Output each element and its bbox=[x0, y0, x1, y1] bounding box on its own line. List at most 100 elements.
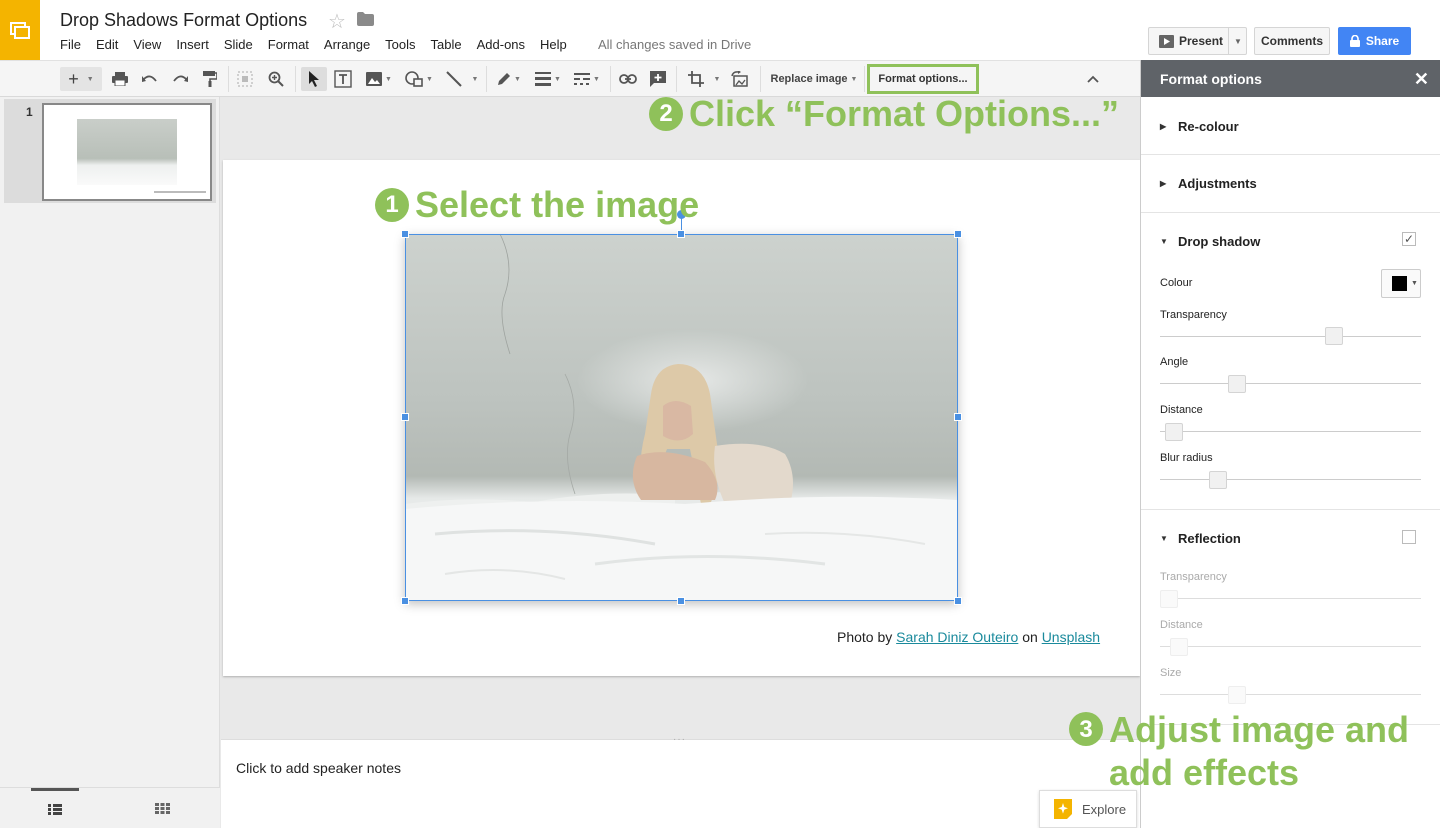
link-icon[interactable] bbox=[618, 67, 638, 91]
resize-handle-bottom[interactable] bbox=[677, 597, 685, 605]
crop-button[interactable]: ▼ bbox=[684, 67, 724, 91]
caret-down-icon: ▼ bbox=[850, 75, 858, 83]
angle-slider-track[interactable] bbox=[1160, 383, 1421, 384]
slides-logo-icon[interactable] bbox=[0, 0, 40, 60]
menu-tools[interactable]: Tools bbox=[385, 37, 415, 52]
format-options-button[interactable]: Format options... bbox=[867, 64, 979, 94]
lock-icon bbox=[1349, 35, 1360, 47]
section-adjustments[interactable]: ▶ Adjustments bbox=[1160, 176, 1257, 191]
explore-button[interactable]: Explore bbox=[1039, 790, 1137, 828]
blur-radius-slider-thumb[interactable] bbox=[1208, 471, 1227, 489]
caret-down-icon: ▼ bbox=[471, 75, 479, 83]
slide-filmstrip: 1 bbox=[0, 97, 220, 828]
speaker-notes[interactable]: ··· Click to add speaker notes Explore bbox=[221, 734, 1140, 828]
document-title[interactable]: Drop Shadows Format Options bbox=[60, 10, 307, 31]
reset-image-icon[interactable] bbox=[730, 67, 750, 91]
present-button[interactable]: Present ▼ bbox=[1148, 27, 1247, 55]
filmstrip-view-icon[interactable] bbox=[31, 788, 79, 828]
blur-radius-slider-track[interactable] bbox=[1160, 479, 1421, 480]
resize-handle-bottom-left[interactable] bbox=[401, 597, 409, 605]
resize-handle-right[interactable] bbox=[954, 413, 962, 421]
line-button[interactable]: ▼ bbox=[443, 67, 481, 91]
drop-shadow-checkbox[interactable]: ✓ bbox=[1402, 232, 1416, 246]
caption-prefix: Photo by bbox=[837, 629, 893, 645]
select-cursor-icon[interactable] bbox=[301, 67, 327, 91]
caption-author-link[interactable]: Sarah Diniz Outeiro bbox=[896, 629, 1018, 645]
menu-file[interactable]: File bbox=[60, 37, 81, 52]
menu-add-ons[interactable]: Add-ons bbox=[477, 37, 525, 52]
resize-handle-top[interactable] bbox=[677, 230, 685, 238]
replace-image-button[interactable]: Replace image ▼ bbox=[768, 67, 860, 91]
folder-icon[interactable] bbox=[357, 12, 374, 31]
collapse-toolbar-icon[interactable] bbox=[1082, 67, 1104, 91]
reflection-size-label: Size bbox=[1160, 667, 1182, 679]
angle-slider-thumb[interactable] bbox=[1228, 375, 1247, 393]
save-status[interactable]: All changes saved in Drive bbox=[598, 37, 751, 52]
border-color-button[interactable]: ▼ bbox=[494, 67, 524, 91]
share-button[interactable]: Share bbox=[1338, 27, 1411, 55]
explore-label: Explore bbox=[1082, 801, 1127, 817]
caret-down-icon: ▼ bbox=[713, 75, 721, 83]
star-outline-icon[interactable]: ☆ bbox=[328, 9, 346, 34]
present-main[interactable]: Present bbox=[1149, 28, 1228, 54]
print-icon[interactable] bbox=[110, 67, 130, 91]
slide-thumbnail-row[interactable]: 1 bbox=[4, 99, 216, 203]
section-drop-shadow[interactable]: ▼ Drop shadow bbox=[1160, 234, 1260, 249]
close-icon[interactable]: ✕ bbox=[1414, 69, 1429, 90]
border-weight-button[interactable]: ▼ bbox=[532, 67, 564, 91]
replace-image-label: Replace image bbox=[770, 73, 848, 85]
distance-slider-thumb[interactable] bbox=[1164, 423, 1183, 441]
new-slide-button[interactable]: + ▼ bbox=[60, 67, 102, 91]
menu-format[interactable]: Format bbox=[268, 37, 309, 52]
shadow-colour-picker[interactable]: ▼ bbox=[1381, 269, 1421, 298]
menu-view[interactable]: View bbox=[133, 37, 161, 52]
resize-handle-bottom-right[interactable] bbox=[954, 597, 962, 605]
slide-number: 1 bbox=[26, 105, 33, 119]
present-label: Present bbox=[1179, 34, 1224, 48]
undo-icon[interactable] bbox=[140, 67, 160, 91]
step-3-number: 3 bbox=[1069, 712, 1103, 746]
section-adjustments-label: Adjustments bbox=[1178, 176, 1257, 191]
slide[interactable]: Photo by Sarah Diniz Outeiro on Unsplash bbox=[223, 160, 1140, 676]
grid-view-icon[interactable] bbox=[140, 788, 184, 828]
comments-button[interactable]: Comments bbox=[1254, 27, 1330, 55]
reflection-checkbox[interactable] bbox=[1402, 530, 1416, 544]
paint-format-icon[interactable] bbox=[200, 67, 220, 91]
notes-resize-grip-icon[interactable]: ··· bbox=[673, 734, 686, 745]
text-box-icon[interactable] bbox=[333, 67, 353, 91]
present-dropdown-arrow-icon[interactable]: ▼ bbox=[1228, 28, 1247, 54]
menu-slide[interactable]: Slide bbox=[224, 37, 253, 52]
toolbar-separator bbox=[676, 66, 677, 92]
section-reflection[interactable]: ▼ Reflection bbox=[1160, 531, 1241, 546]
triangle-down-icon: ▼ bbox=[1160, 237, 1168, 246]
menu-table[interactable]: Table bbox=[431, 37, 462, 52]
resize-handle-top-left[interactable] bbox=[401, 230, 409, 238]
caption-mid: on bbox=[1022, 629, 1038, 645]
transparency-slider-track[interactable] bbox=[1160, 336, 1421, 337]
transparency-slider-thumb[interactable] bbox=[1325, 327, 1344, 345]
redo-icon[interactable] bbox=[170, 67, 190, 91]
slide-thumbnail[interactable] bbox=[42, 103, 212, 201]
annotation-step-2: 2 Click “Format Options...” bbox=[649, 93, 1119, 135]
zoom-fit-icon[interactable] bbox=[235, 67, 255, 91]
menu-help[interactable]: Help bbox=[540, 37, 567, 52]
add-comment-icon[interactable] bbox=[648, 67, 668, 91]
shape-button[interactable]: ▼ bbox=[402, 67, 436, 91]
section-recolour[interactable]: ▶ Re-colour bbox=[1160, 119, 1239, 134]
menu-insert[interactable]: Insert bbox=[176, 37, 209, 52]
border-dash-button[interactable]: ▼ bbox=[571, 67, 603, 91]
app-header: Drop Shadows Format Options ☆ File Edit … bbox=[0, 0, 1440, 60]
caret-down-icon: ▼ bbox=[385, 75, 392, 83]
section-drop-shadow-label: Drop shadow bbox=[1178, 234, 1261, 249]
zoom-icon[interactable] bbox=[266, 67, 286, 91]
distance-slider-track[interactable] bbox=[1160, 431, 1421, 432]
speaker-notes-placeholder[interactable]: Click to add speaker notes bbox=[236, 760, 401, 776]
section-divider bbox=[1141, 212, 1440, 213]
insert-image-button[interactable]: ▼ bbox=[362, 67, 396, 91]
resize-handle-top-right[interactable] bbox=[954, 230, 962, 238]
resize-handle-left[interactable] bbox=[401, 413, 409, 421]
caption-site-link[interactable]: Unsplash bbox=[1042, 629, 1100, 645]
menu-arrange[interactable]: Arrange bbox=[324, 37, 370, 52]
section-divider bbox=[1141, 154, 1440, 155]
menu-edit[interactable]: Edit bbox=[96, 37, 118, 52]
